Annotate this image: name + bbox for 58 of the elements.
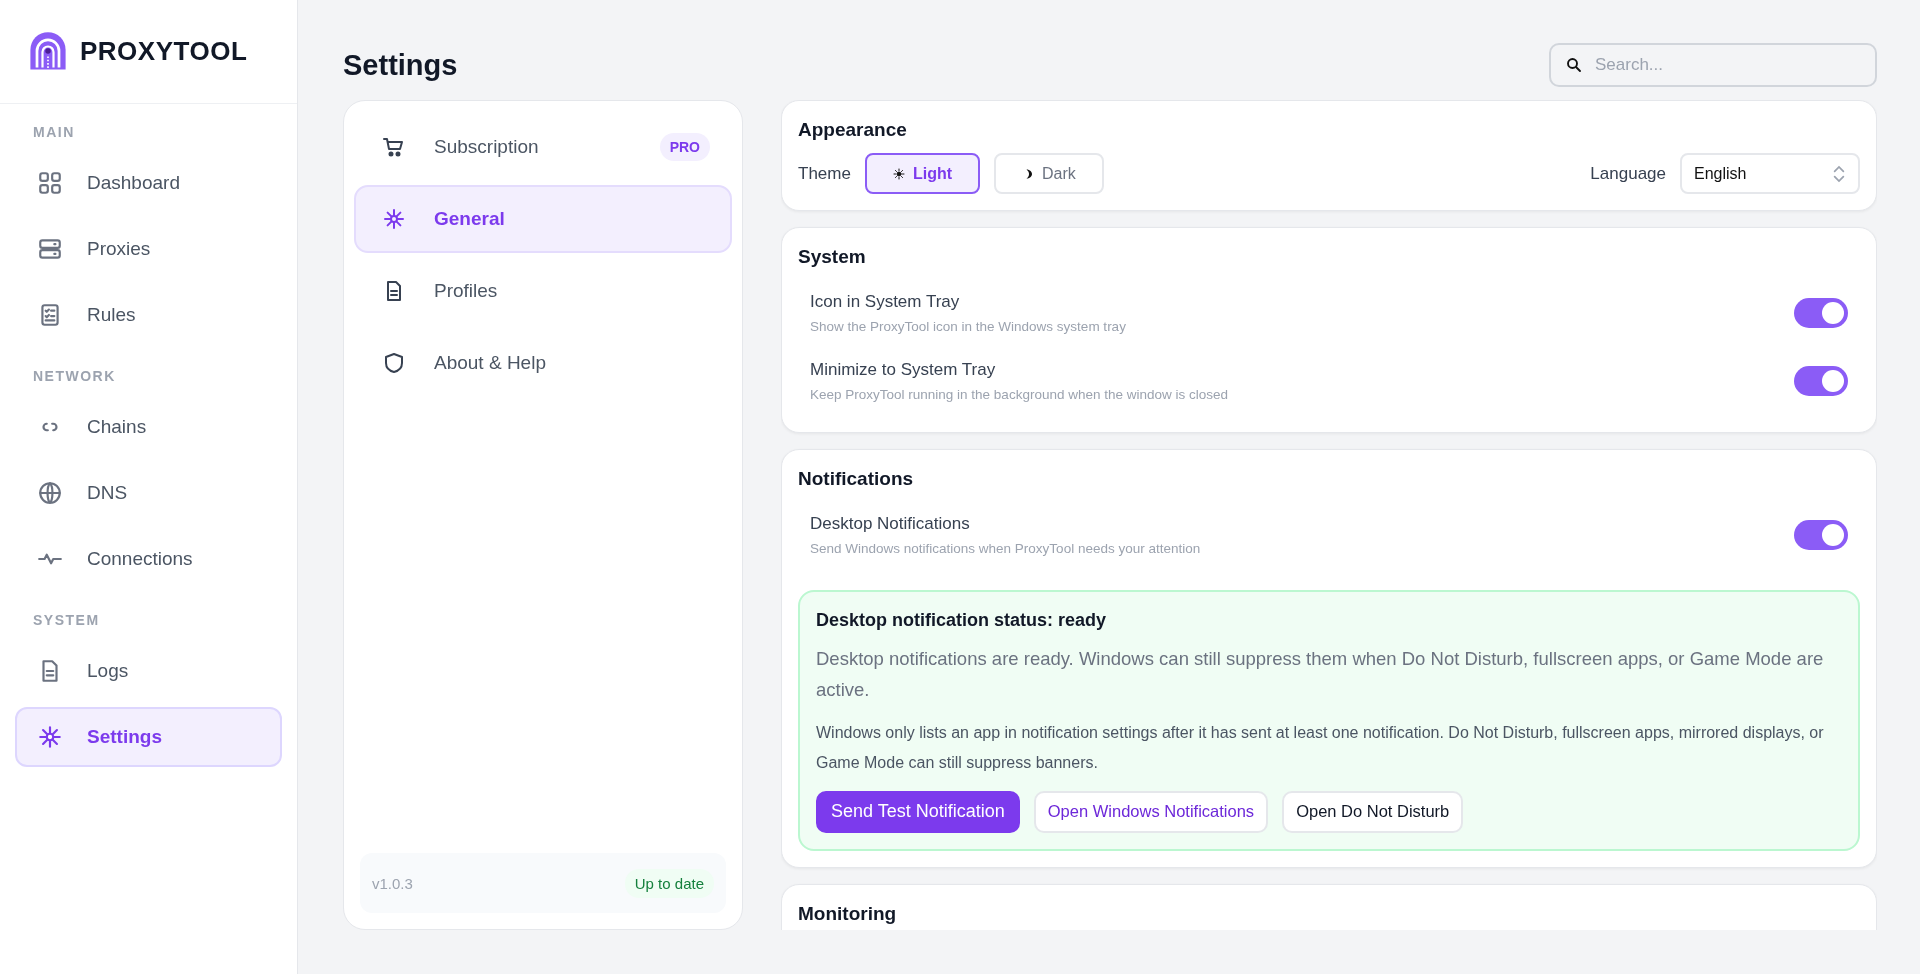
action-button[interactable]: Send Test Notification — [816, 790, 1020, 833]
sidebar-item[interactable]: DNS — [15, 463, 282, 523]
setting-label: Minimize to System Tray — [810, 360, 997, 380]
server-icon — [37, 236, 63, 262]
search-field[interactable]: Search... — [1549, 43, 1877, 87]
status-paragraph: Windows only lists an app in notification settings after it has sent at least one notification. Do Not Disturb, fullscreen apps, mirrored displays, or Game Mode can still suppress banners. — [816, 722, 1825, 774]
globe-icon — [37, 480, 63, 506]
update-status-badge: Up to date — [624, 868, 714, 898]
toggle-switch[interactable] — [1794, 366, 1848, 396]
setting-description: Keep ProxyTool running in the background when the window is closed — [810, 387, 1228, 402]
sidebar-item[interactable]: Dashboard — [15, 153, 282, 213]
card-title: Notifications — [798, 468, 915, 490]
setting-description: Show the ProxyTool icon in the Windows system tray — [810, 319, 1126, 334]
setting-label: Desktop Notifications — [810, 514, 971, 534]
settings-icon — [37, 724, 63, 750]
section-heading: SYSTEM — [32, 611, 101, 630]
pro-badge: PRO — [659, 133, 710, 161]
settings-nav-item[interactable]: Subscription PRO — [354, 113, 732, 181]
card-title: Appearance — [798, 119, 908, 141]
shield-icon — [382, 351, 406, 375]
status-paragraph: Desktop notifications are ready. Windows can still suppress them when Do Not Disturb, fullscreen apps, or Game Mode are active. — [816, 647, 1825, 703]
status-title: Desktop notification status: ready — [816, 610, 1108, 631]
sidebar-item[interactable]: Logs — [15, 641, 282, 701]
sun-icon — [892, 167, 905, 180]
section-heading: NETWORK — [32, 367, 117, 386]
sidebar-item[interactable]: Rules — [15, 285, 282, 345]
nav-label: Profiles — [434, 280, 499, 302]
card-title: System — [798, 246, 867, 268]
settings-icon — [382, 207, 406, 231]
toggle-switch[interactable] — [1794, 298, 1848, 328]
nav-label: About & Help — [434, 352, 547, 374]
sidebar-item[interactable]: Connections — [15, 529, 282, 589]
theme-button[interactable]: Dark — [994, 153, 1104, 194]
nav-label: General — [434, 208, 506, 230]
settings-nav-item[interactable]: General — [354, 185, 732, 253]
sidebar-item[interactable]: Proxies — [15, 219, 282, 279]
settings-nav-item[interactable]: Profiles — [354, 257, 732, 325]
cart-icon — [382, 135, 406, 159]
app-name: PROXYTOOL — [80, 36, 248, 67]
sidebar-item[interactable]: Settings — [15, 707, 282, 767]
card-title: Monitoring — [798, 902, 898, 925]
section-heading: MAIN — [32, 123, 76, 142]
language-select[interactable]: English — [1680, 153, 1860, 194]
action-button[interactable]: Open Do Not Disturb — [1282, 790, 1464, 833]
action-button[interactable]: Open Windows Notifications — [1033, 790, 1269, 833]
nav-label: Subscription — [434, 136, 540, 158]
version-text: v1.0.3 — [372, 874, 413, 892]
setting-description: Send Windows notifications when ProxyTool needs your attention — [810, 541, 1201, 556]
toggle-switch[interactable] — [1794, 520, 1848, 550]
theme-label: Theme — [798, 163, 851, 184]
grid-icon — [37, 170, 63, 196]
language-label: Language — [1590, 163, 1666, 184]
search-icon — [1565, 56, 1583, 74]
page-title: Settings — [343, 48, 458, 82]
settings-nav-item[interactable]: About & Help — [354, 329, 732, 397]
sidebar-item[interactable]: Chains — [15, 397, 282, 457]
setting-label: Icon in System Tray — [810, 292, 961, 312]
theme-button[interactable]: Light — [864, 153, 980, 194]
